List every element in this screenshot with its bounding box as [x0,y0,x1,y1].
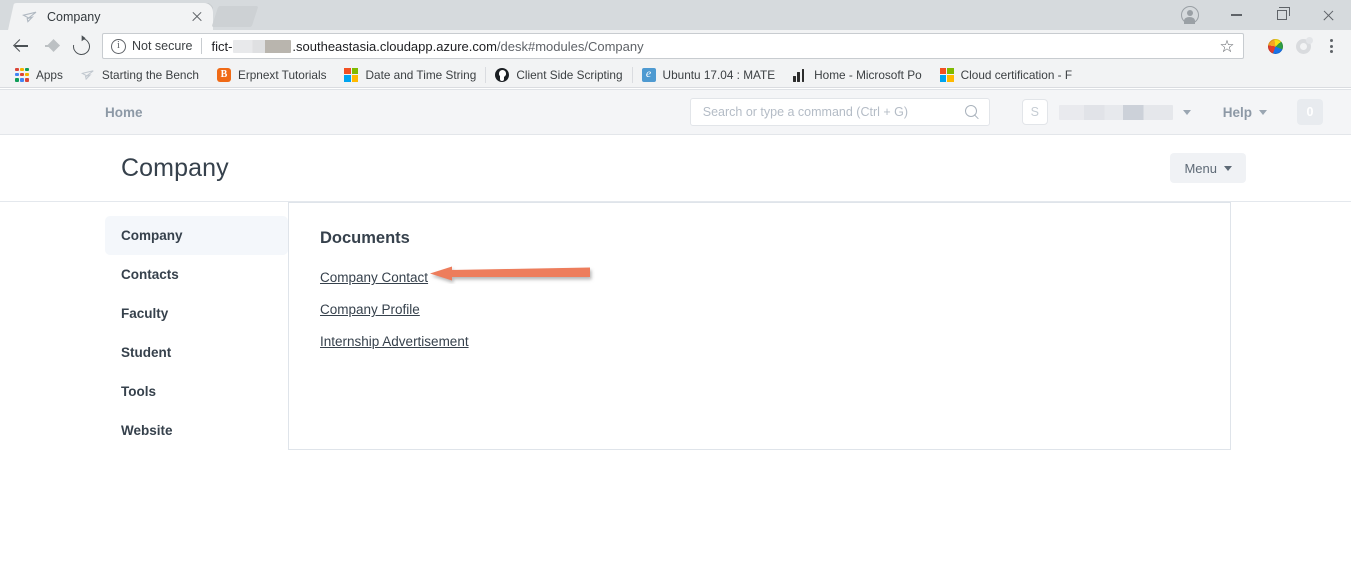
nav-help-dropdown[interactable]: Help [1223,105,1252,120]
omnibox-right-actions: ☆ [1219,38,1237,55]
bookmark-label: Erpnext Tutorials [237,67,327,82]
bookmarks-overflow-fade [1325,62,1351,87]
awesomebar-search[interactable] [689,98,990,126]
bookmark-label: Ubuntu 17.04 : MATE [662,67,776,82]
page-header: Company Menu [0,135,1351,201]
window-controls [1167,0,1351,30]
url-path: /desk#modules/Company [496,38,644,54]
sidebar-item-label: Company [121,228,183,243]
notification-badge[interactable]: 0 [1297,99,1323,125]
sidebar-item-label: Website [121,423,173,438]
sidebar-item-label: Tools [121,384,156,399]
reload-button[interactable] [66,31,96,61]
back-button[interactable] [6,31,36,61]
extension-icons [1252,32,1345,60]
bookmark-star-icon[interactable]: ☆ [1219,38,1235,55]
page-title: Company [121,153,229,182]
chevron-down-icon [1224,165,1232,171]
search-icon [964,104,980,120]
chevron-down-icon [1259,109,1267,115]
frappe-plane-icon [80,68,95,82]
tab-close-icon[interactable] [189,9,205,25]
search-input[interactable] [702,105,965,119]
sidebar-item-label: Student [121,345,172,360]
bookmark-starting-the-bench[interactable]: Starting the Bench [72,64,208,86]
sidebar-item-website[interactable]: Website [105,411,288,450]
page-body: Company Contacts Faculty Student Tools W… [0,202,1351,450]
bookmark-ubuntu-mate[interactable]: Ubuntu 17.04 : MATE [633,64,785,86]
navigation-toolbar: Not secure fict- .southeastasia.cloudapp… [0,30,1351,62]
microsoft-tile-icon [939,67,954,82]
new-tab-button[interactable] [211,6,259,27]
bookmark-client-side-scripting[interactable]: Client Side Scripting [486,64,631,86]
sidebar-item-faculty[interactable]: Faculty [105,294,288,333]
security-status-label: Not secure [132,39,193,53]
bookmarks-bar: Apps Starting the Bench B Erpnext Tutori… [0,62,1351,88]
url-text: fict- .southeastasia.cloudapp.azure.com … [211,39,643,54]
chrome-browser-window: Company Not secure fict- .southeastasia.… [0,0,1351,564]
sidebar-item-company[interactable]: Company [105,216,288,255]
maximize-icon[interactable] [1259,0,1305,30]
gear-extension-icon[interactable] [1289,32,1317,60]
erpnext-app: Home S Help 0 Company Menu [0,89,1351,564]
bookmark-home-microsoft-powerbi[interactable]: Home - Microsoft Po [784,64,931,86]
documents-card: Documents Company Contact Company Profil… [288,202,1231,450]
ie-browser-icon [641,67,656,82]
browser-tab-company[interactable]: Company [8,3,213,30]
frappe-plane-icon [21,9,38,25]
document-link-company-contact[interactable]: Company Contact [320,270,428,285]
profile-avatar-icon[interactable] [1167,0,1213,30]
nav-home-link[interactable]: Home [105,105,143,120]
powerbi-bars-icon [793,68,807,82]
apps-grid-icon [15,67,29,82]
chevron-down-icon [1182,109,1191,115]
minimize-icon[interactable] [1213,0,1259,30]
sidebar-item-label: Faculty [121,306,169,321]
sidebar-item-student[interactable]: Student [105,333,288,372]
url-domain: .southeastasia.cloudapp.azure.com [292,38,497,54]
address-bar[interactable]: Not secure fict- .southeastasia.cloudapp… [102,33,1244,59]
bookmark-label: Apps [36,67,63,82]
bookmark-label: Cloud certification - F [960,67,1073,82]
tab-strip: Company [0,0,1351,30]
url-prefix: fict- [211,38,233,54]
bookmark-apps[interactable]: Apps [6,64,72,86]
bookmark-cloud-certification[interactable]: Cloud certification - F [931,64,1081,86]
section-title: Documents [320,229,410,247]
github-icon [495,67,510,82]
info-icon[interactable] [111,38,126,54]
document-link-internship-advertisement[interactable]: Internship Advertisement [320,334,469,349]
menu-button-label: Menu [1184,160,1217,176]
sidebar-item-tools[interactable]: Tools [105,372,288,411]
module-sidebar: Company Contacts Faculty Student Tools W… [105,202,288,450]
bookmark-label: Client Side Scripting [516,67,623,82]
sidebar-item-contacts[interactable]: Contacts [105,255,288,294]
avatar: S [1021,99,1048,125]
bookmark-erpnext-tutorials[interactable]: B Erpnext Tutorials [208,64,336,86]
url-redacted-block [233,39,292,53]
omnibox-divider [201,38,203,54]
username-redacted [1058,104,1173,120]
user-dropdown[interactable]: S [1021,99,1191,125]
close-icon[interactable] [1305,0,1351,30]
sidebar-item-label: Contacts [121,267,179,282]
rainbow-extension-icon[interactable] [1261,32,1289,60]
bookmark-date-and-time-string[interactable]: Date and Time String [335,64,485,86]
tab-title: Company [47,9,101,24]
menu-button[interactable]: Menu [1170,153,1246,183]
document-link-company-profile[interactable]: Company Profile [320,302,420,317]
forward-button[interactable] [36,31,66,61]
microsoft-tile-icon [344,67,359,82]
bookmark-label: Starting the Bench [101,67,199,82]
bookmark-label: Date and Time String [365,67,477,82]
bookmark-label: Home - Microsoft Po [814,67,922,82]
app-navbar: Home S Help 0 [0,89,1351,135]
blogger-icon: B [216,67,231,82]
chrome-menu-icon[interactable] [1317,32,1345,60]
